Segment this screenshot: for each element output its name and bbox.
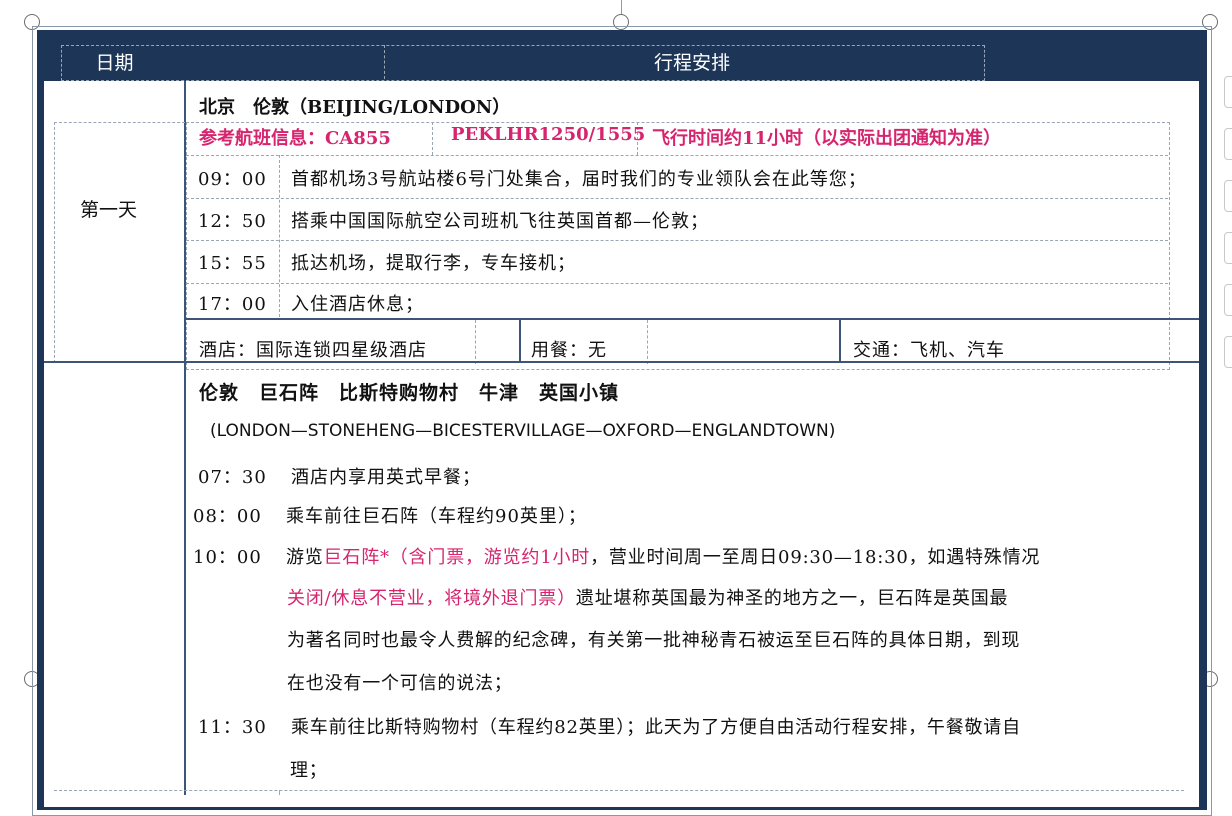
schedule-text: 入住酒店休息； [291,294,424,315]
side-tab[interactable] [1224,232,1232,264]
side-tab[interactable] [1224,128,1232,160]
schedule-time: 12：50 [198,211,267,232]
day1-date-cell-outline [54,122,185,363]
schedule-time: 17：00 [198,294,267,315]
day1-row-sep [186,283,1168,284]
day1-hotel: 酒店：国际连锁四星级酒店 [199,340,427,361]
flight-code: PEKLHR1250/1555 [451,124,646,145]
rotate-handle-line [621,0,622,14]
stonehenge-prefix: 游览 [286,547,324,568]
day1-transport: 交通：飞机、汽车 [853,340,1005,361]
stonehenge-refund-note: 关闭/休息不营业，将境外退门票 [287,588,558,609]
flight-col-sep [432,122,433,155]
footer-col-divider [839,318,841,362]
day-separator [44,361,1199,363]
stonehenge-ticket-note: 巨石阵*（含门票，游览约1小时 [323,547,591,568]
header-cell-divider [384,45,385,79]
day2-route-en: (LONDON—STONEHENG—BICESTERVILLAGE—OXFORD… [210,421,836,441]
schedule-text: 首都机场3号航站楼6号门处集合，届时我们的专业领队会在此等您； [291,169,867,190]
stonehenge-hours: ，营业时间周一至周日09:30—18:30，如遇特殊情况 [590,547,1041,568]
day2-bottom-outline [54,790,1184,791]
flight-info: 参考航班信息：CA855 [199,128,391,149]
header-cell-outline [61,45,985,81]
side-tab[interactable] [1224,284,1232,316]
stonehenge-line4: 在也没有一个可信的说法； [287,673,513,694]
footer-col-divider [519,318,521,362]
bicester-line1: 乘车前往比斯特购物村（车程约82英里）；此天为了方便自由活动行程安排，午餐敬请自 [291,717,1021,738]
schedule-time: 15：55 [198,253,267,274]
day1-row-sep [186,198,1168,199]
stonehenge-paren: ） [557,588,576,609]
schedule-time: 09：00 [198,169,267,190]
schedule-text: 酒店内享用英式早餐； [291,467,481,488]
stonehenge-line3: 为著名同时也最令人费解的纪念碑，有关第一批神秘青石被运至巨石阵的具体日期，到现 [287,630,1021,651]
schedule-text: 乘车前往巨石阵（车程约90英里）； [286,506,587,527]
day1-row-sep [186,240,1168,241]
schedule-time: 08：00 [193,506,262,527]
flight-duration: 飞行时间约11小时（以实际出团通知为准） [652,128,1002,149]
footer-cell-sep [647,320,648,364]
stonehenge-desc: 遗址堪称英国最为神圣的地方之一，巨石阵是英国最 [575,588,1009,609]
day1-footer-top-line [184,318,1199,320]
side-tab[interactable] [1224,76,1232,108]
day1-meals: 用餐：无 [531,340,607,361]
day1-route: 北京 伦敦（BEIJING/LONDON） [199,97,511,118]
footer-cell-sep [475,320,476,364]
bicester-line2: 理； [290,760,328,781]
side-tab[interactable] [1224,336,1232,368]
schedule-text: 抵达机场，提取行李，专车接机； [291,253,576,274]
schedule-time: 11：30 [198,717,267,738]
schedule-text: 搭乘中国国际航空公司班机飞往英国首都—伦敦； [291,211,709,232]
day2-time-divider [279,790,280,795]
side-tab[interactable] [1224,180,1232,212]
day2-route: 伦敦 巨石阵 比斯特购物村 牛津 英国小镇 [199,382,620,404]
schedule-time: 07：30 [198,467,267,488]
day1-row-sep [186,155,1168,156]
schedule-time: 10：00 [193,547,262,568]
stonehenge-line1: 游览巨石阵*（含门票，游览约1小时，营业时间周一至周日09:30—18:30，如… [286,543,1040,569]
day1-grid-outline [186,122,1170,370]
day1-time-divider [279,155,280,317]
stonehenge-line2: 关闭/休息不营业，将境外退门票）遗址堪称英国最为神圣的地方之一，巨石阵是英国最 [287,584,1008,610]
